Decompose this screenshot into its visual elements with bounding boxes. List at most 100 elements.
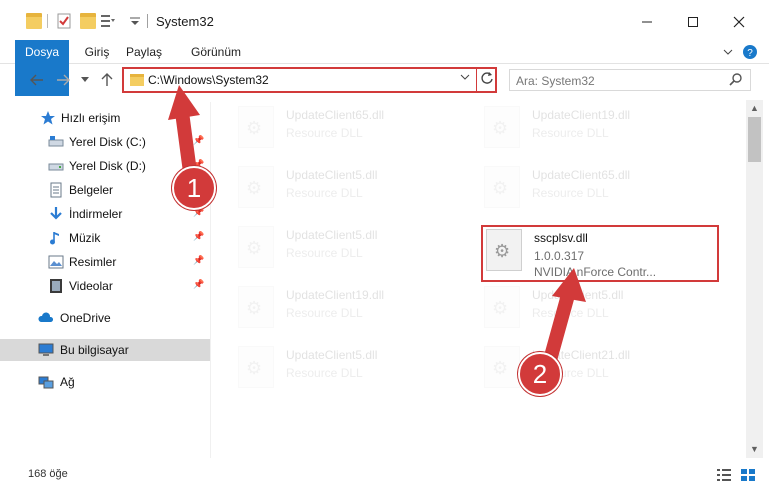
refresh-button[interactable] [480,71,494,88]
svg-text:?: ? [747,48,753,59]
dll-file-icon: ⚙ [484,346,520,388]
maximize-button[interactable] [670,8,716,36]
recent-locations-button[interactable] [79,70,91,90]
address-bar[interactable]: C:\Windows\System32 [122,67,497,93]
music-icon [50,232,59,245]
file-name: UpdateClient65.dll [286,108,385,122]
search-input[interactable]: Ara: System32 [516,74,595,88]
tab-home[interactable]: Giriş [78,40,116,64]
cloud-icon [38,312,54,322]
file-type: Resource DLL [532,126,609,140]
file-type: Resource DLL [532,306,609,320]
file-list: ⚙ UpdateClient65.dll Resource DLL ⚙ Upda… [212,100,746,458]
nav-item-local-disk-c[interactable]: Yerel Disk (C:) 📌 [0,131,210,153]
vertical-scrollbar[interactable]: ▲ ▼ [746,100,763,458]
folder-icon [130,74,144,86]
nav-item-pictures[interactable]: Resimler 📌 [0,251,210,273]
file-type: Resource DLL [532,186,609,200]
file-name: UpdateClient5.dll [286,348,378,362]
customize-toolbar-icon[interactable] [100,13,116,29]
arrow-up-icon [101,73,113,86]
nav-item-this-pc[interactable]: Bu bilgisayar [0,339,210,361]
dll-file-icon: ⚙ [238,346,274,388]
file-item[interactable]: ⚙ UpdateClient5.dll Resource DLL [228,340,468,396]
item-count: 168 öğe [28,468,68,480]
nav-item-label: Resimler [69,255,117,269]
tiles-view-icon[interactable] [740,468,756,482]
dll-file-icon: ⚙ [484,106,520,148]
file-name: UpdateClient19.dll [532,108,631,122]
scroll-down-button[interactable]: ▼ [746,441,763,458]
file-item[interactable]: ⚙ UpdateClient19.dll Resource DLL [228,280,468,336]
nav-item-music[interactable]: Müzik 📌 [0,227,210,249]
nav-item-onedrive[interactable]: OneDrive [0,307,210,329]
file-item[interactable]: ⚙ UpdateClient65.dll Resource DLL [228,100,468,156]
refresh-icon [481,72,493,84]
nav-item-label: Yerel Disk (D:) [69,159,146,173]
address-path[interactable]: C:\Windows\System32 [148,73,269,87]
pictures-icon [48,255,64,269]
search-box[interactable]: Ara: System32 [509,69,751,91]
file-item[interactable]: ⚙ UpdateClient21.dll Resource DLL [474,340,714,396]
file-item[interactable]: ⚙ UpdateClient65.dll Resource DLL [474,160,714,216]
divider [147,14,148,28]
download-icon [50,207,62,220]
file-item[interactable]: ⚙ UpdateClient5.dll Resource DLL [228,220,468,276]
chevron-down-icon [460,74,470,80]
nav-item-quick-access[interactable]: Hızlı erişim [0,107,210,129]
arrow-left-icon [30,74,43,86]
file-item[interactable]: ⚙ UpdateClient5.dll Resource DLL [228,160,468,216]
properties-icon[interactable] [56,13,72,29]
chevron-down-icon [81,77,89,82]
nav-item-videos[interactable]: Videolar 📌 [0,275,210,297]
ribbon: Dosya Giriş Paylaş Görünüm ? [0,40,769,96]
divider [210,102,211,458]
file-item[interactable]: ⚙ UpdateClient5.dll Resource DLL [474,280,714,336]
address-history-button[interactable] [460,72,470,85]
expand-ribbon-button[interactable] [720,44,736,60]
nav-item-label: Videolar [69,279,113,293]
file-name: UpdateClient65.dll [532,168,631,182]
forward-button[interactable] [54,70,72,90]
network-icon [38,376,54,389]
file-name: UpdateClient5.dll [286,228,378,242]
file-type: Resource DLL [286,246,363,260]
up-button[interactable] [98,70,116,90]
pin-icon: 📌 [193,135,205,145]
step-2-marker: 2 [518,352,562,396]
details-view-icon[interactable] [716,468,732,482]
scroll-up-button[interactable]: ▲ [746,100,763,117]
nav-item-label: Müzik [69,231,101,245]
dropdown-icon[interactable] [127,13,143,29]
pin-icon: 📌 [193,255,205,265]
help-icon: ? [743,45,757,59]
help-button[interactable]: ? [742,44,758,60]
dll-file-icon: ⚙ [238,226,274,268]
close-button[interactable] [716,8,762,36]
nav-item-label: Bu bilgisayar [60,343,129,357]
file-name: UpdateClient5.dll [286,168,378,182]
back-button[interactable] [28,70,46,90]
file-item[interactable]: ⚙ UpdateClient19.dll Resource DLL [474,100,714,156]
drive-icon [48,163,64,171]
nav-item-label: Ağ [60,375,75,389]
folder-icon [26,13,42,29]
minimize-button[interactable] [624,8,670,36]
chevron-down-icon [723,49,733,55]
dll-file-icon: ⚙ [238,286,274,328]
navigation-pane: Hızlı erişim Yerel Disk (C:) 📌 Yerel Dis… [0,102,210,458]
drive-icon [48,136,64,147]
new-folder-icon[interactable] [80,13,96,29]
status-bar: 168 öğe [0,462,769,492]
divider [476,69,477,91]
tab-share[interactable]: Paylaş [121,40,167,64]
file-name: UpdateClient19.dll [286,288,385,302]
tab-view[interactable]: Görünüm [186,40,246,64]
scroll-thumb[interactable] [748,117,761,162]
file-type: Resource DLL [286,366,363,380]
file-type: Resource DLL [286,306,363,320]
search-button[interactable] [729,72,743,89]
nav-item-network[interactable]: Ağ [0,371,210,393]
pin-icon: 📌 [193,231,205,241]
nav-item-downloads[interactable]: İndirmeler 📌 [0,203,210,225]
